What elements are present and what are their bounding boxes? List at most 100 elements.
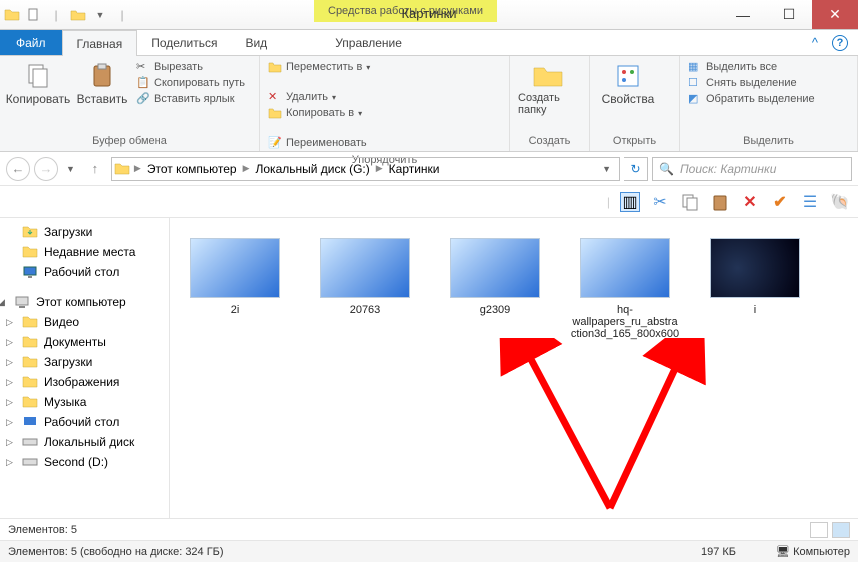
folder-new-icon — [532, 60, 564, 92]
nav-this-pc[interactable]: ◢Этот компьютер — [0, 292, 169, 312]
copy-button[interactable]: Копировать — [8, 60, 68, 106]
file-list[interactable]: 2i 20763 g2309 hq-wallpapers_ru_abstract… — [170, 218, 858, 518]
tree-collapse-icon[interactable]: ▷ — [6, 317, 13, 328]
pic-icon — [22, 374, 38, 390]
shell-icon[interactable]: 🐚 — [830, 192, 850, 212]
cut-button[interactable]: ✂Вырезать — [136, 60, 245, 74]
nav-documents[interactable]: ▷Документы — [0, 332, 169, 352]
context-tab-pictures: Средства работы с рисунками — [314, 0, 497, 22]
doc-icon — [22, 334, 38, 350]
ribbon-group-new: Создать — [518, 131, 581, 147]
minimize-button[interactable]: — — [720, 0, 766, 29]
tree-collapse-icon[interactable]: ▷ — [6, 357, 13, 368]
nav-downloads2[interactable]: ▷Загрузки — [0, 352, 169, 372]
annotation-arrows — [480, 338, 720, 518]
qat-sep: | — [48, 7, 64, 23]
copyto-icon — [268, 106, 282, 120]
breadcrumb[interactable]: ▶ Этот компьютер ▶ Локальный диск (G:) ▶… — [111, 157, 620, 181]
history-dropdown-icon[interactable]: ▼ — [62, 164, 79, 174]
item-count: Элементов: 5 — [8, 524, 77, 536]
layout-icon[interactable]: ▥ — [620, 192, 640, 212]
forward-button[interactable]: → — [34, 157, 58, 181]
nav-pane[interactable]: Загрузки Недавние места Рабочий стол ◢Эт… — [0, 218, 170, 518]
view-large-icon[interactable] — [832, 522, 850, 538]
scissors-icon: ✂ — [136, 60, 150, 74]
search-input[interactable]: 🔍 Поиск: Картинки — [652, 157, 852, 181]
nav-second-drive[interactable]: ▷Second (D:) — [0, 452, 169, 472]
move-to-button[interactable]: Переместить в ▾ — [268, 60, 370, 74]
tree-collapse-icon[interactable]: ▷ — [6, 377, 13, 388]
chevron-right-icon[interactable]: ▶ — [132, 163, 143, 174]
nav-music[interactable]: ▷Музыка — [0, 392, 169, 412]
chevron-right-icon[interactable]: ▶ — [241, 163, 252, 174]
file-item[interactable]: i — [700, 238, 810, 316]
file-item[interactable]: 20763 — [310, 238, 420, 316]
copy-tool-icon[interactable] — [680, 192, 700, 212]
qat-new-icon[interactable] — [26, 7, 42, 23]
qat-open-icon[interactable] — [70, 7, 86, 23]
delete-button[interactable]: ✕Удалить ▾ — [268, 90, 370, 104]
tree-collapse-icon[interactable]: ▷ — [6, 457, 13, 468]
close-button[interactable]: ✕ — [812, 0, 858, 29]
nav-desktop2[interactable]: ▷Рабочий стол — [0, 412, 169, 432]
tab-file[interactable]: Файл — [0, 30, 62, 55]
tab-home[interactable]: Главная — [62, 30, 138, 56]
properties-button[interactable]: Свойства — [598, 60, 658, 106]
copy-icon — [22, 60, 54, 92]
file-item[interactable]: hq-wallpapers_ru_abstraction3d_165_800x6… — [570, 238, 680, 340]
tree-expand-icon[interactable]: ◢ — [0, 297, 5, 308]
up-button[interactable]: ↑ — [83, 157, 107, 181]
help-icon[interactable]: ? — [832, 35, 848, 51]
new-folder-button[interactable]: Создать папку — [518, 60, 578, 116]
copy-to-button[interactable]: Копировать в ▾ — [268, 106, 367, 120]
thumbnail — [320, 238, 410, 298]
cut-tool-icon[interactable]: ✂ — [650, 192, 670, 212]
qat-sep2: | — [114, 7, 130, 23]
crumb-folder[interactable]: Картинки — [387, 162, 442, 176]
tree-collapse-icon[interactable]: ▷ — [6, 337, 13, 348]
nav-recent[interactable]: Недавние места — [0, 242, 169, 262]
check-tool-icon[interactable]: ✔ — [770, 192, 790, 212]
delete-tool-icon[interactable]: ✕ — [740, 192, 760, 212]
video-icon — [22, 314, 38, 330]
paste-button[interactable]: Вставить — [72, 60, 132, 106]
tree-collapse-icon[interactable]: ▷ — [6, 417, 13, 428]
maximize-button[interactable]: ☐ — [766, 0, 812, 29]
back-button[interactable]: ← — [6, 157, 30, 181]
crumb-drive[interactable]: Локальный диск (G:) — [254, 162, 372, 176]
thumbnail — [710, 238, 800, 298]
qat-dropdown-icon[interactable]: ▼ — [92, 7, 108, 23]
select-all-button[interactable]: ▦Выделить все — [688, 60, 815, 74]
nav-videos[interactable]: ▷Видео — [0, 312, 169, 332]
tab-view[interactable]: Вид — [231, 30, 281, 55]
properties-icon — [612, 60, 644, 92]
nav-downloads[interactable]: Загрузки — [0, 222, 169, 242]
ribbon-collapse-icon[interactable]: ^ — [812, 35, 818, 50]
select-none-button[interactable]: ☐Снять выделение — [688, 76, 815, 90]
pc-icon — [14, 294, 30, 310]
refresh-button[interactable]: ↻ — [624, 157, 648, 181]
invert-selection-button[interactable]: ◩Обратить выделение — [688, 92, 815, 106]
nav-local-disk[interactable]: ▷Локальный диск — [0, 432, 169, 452]
rename-button[interactable]: 📝Переименовать — [268, 136, 367, 150]
tree-collapse-icon[interactable]: ▷ — [6, 397, 13, 408]
thumbnail — [190, 238, 280, 298]
tree-collapse-icon[interactable]: ▷ — [6, 437, 13, 448]
address-dropdown-icon[interactable]: ▼ — [596, 164, 617, 174]
copy-path-button[interactable]: 📋Скопировать путь — [136, 76, 245, 90]
tab-share[interactable]: Поделиться — [137, 30, 231, 55]
chevron-right-icon[interactable]: ▶ — [374, 163, 385, 174]
delete-icon: ✕ — [268, 90, 282, 104]
paste-tool-icon[interactable] — [710, 192, 730, 212]
ribbon-group-select: Выделить — [688, 131, 849, 147]
crumb-this-pc[interactable]: Этот компьютер — [145, 162, 239, 176]
view-details-icon[interactable] — [810, 522, 828, 538]
list-tool-icon[interactable]: ☰ — [800, 192, 820, 212]
nav-desktop[interactable]: Рабочий стол — [0, 262, 169, 282]
file-item[interactable]: 2i — [180, 238, 290, 316]
nav-pictures[interactable]: ▷Изображения — [0, 372, 169, 392]
selectall-icon: ▦ — [688, 60, 702, 74]
paste-shortcut-button[interactable]: 🔗Вставить ярлык — [136, 92, 245, 106]
file-item[interactable]: g2309 — [440, 238, 550, 316]
tab-manage[interactable]: Управление — [321, 30, 416, 55]
